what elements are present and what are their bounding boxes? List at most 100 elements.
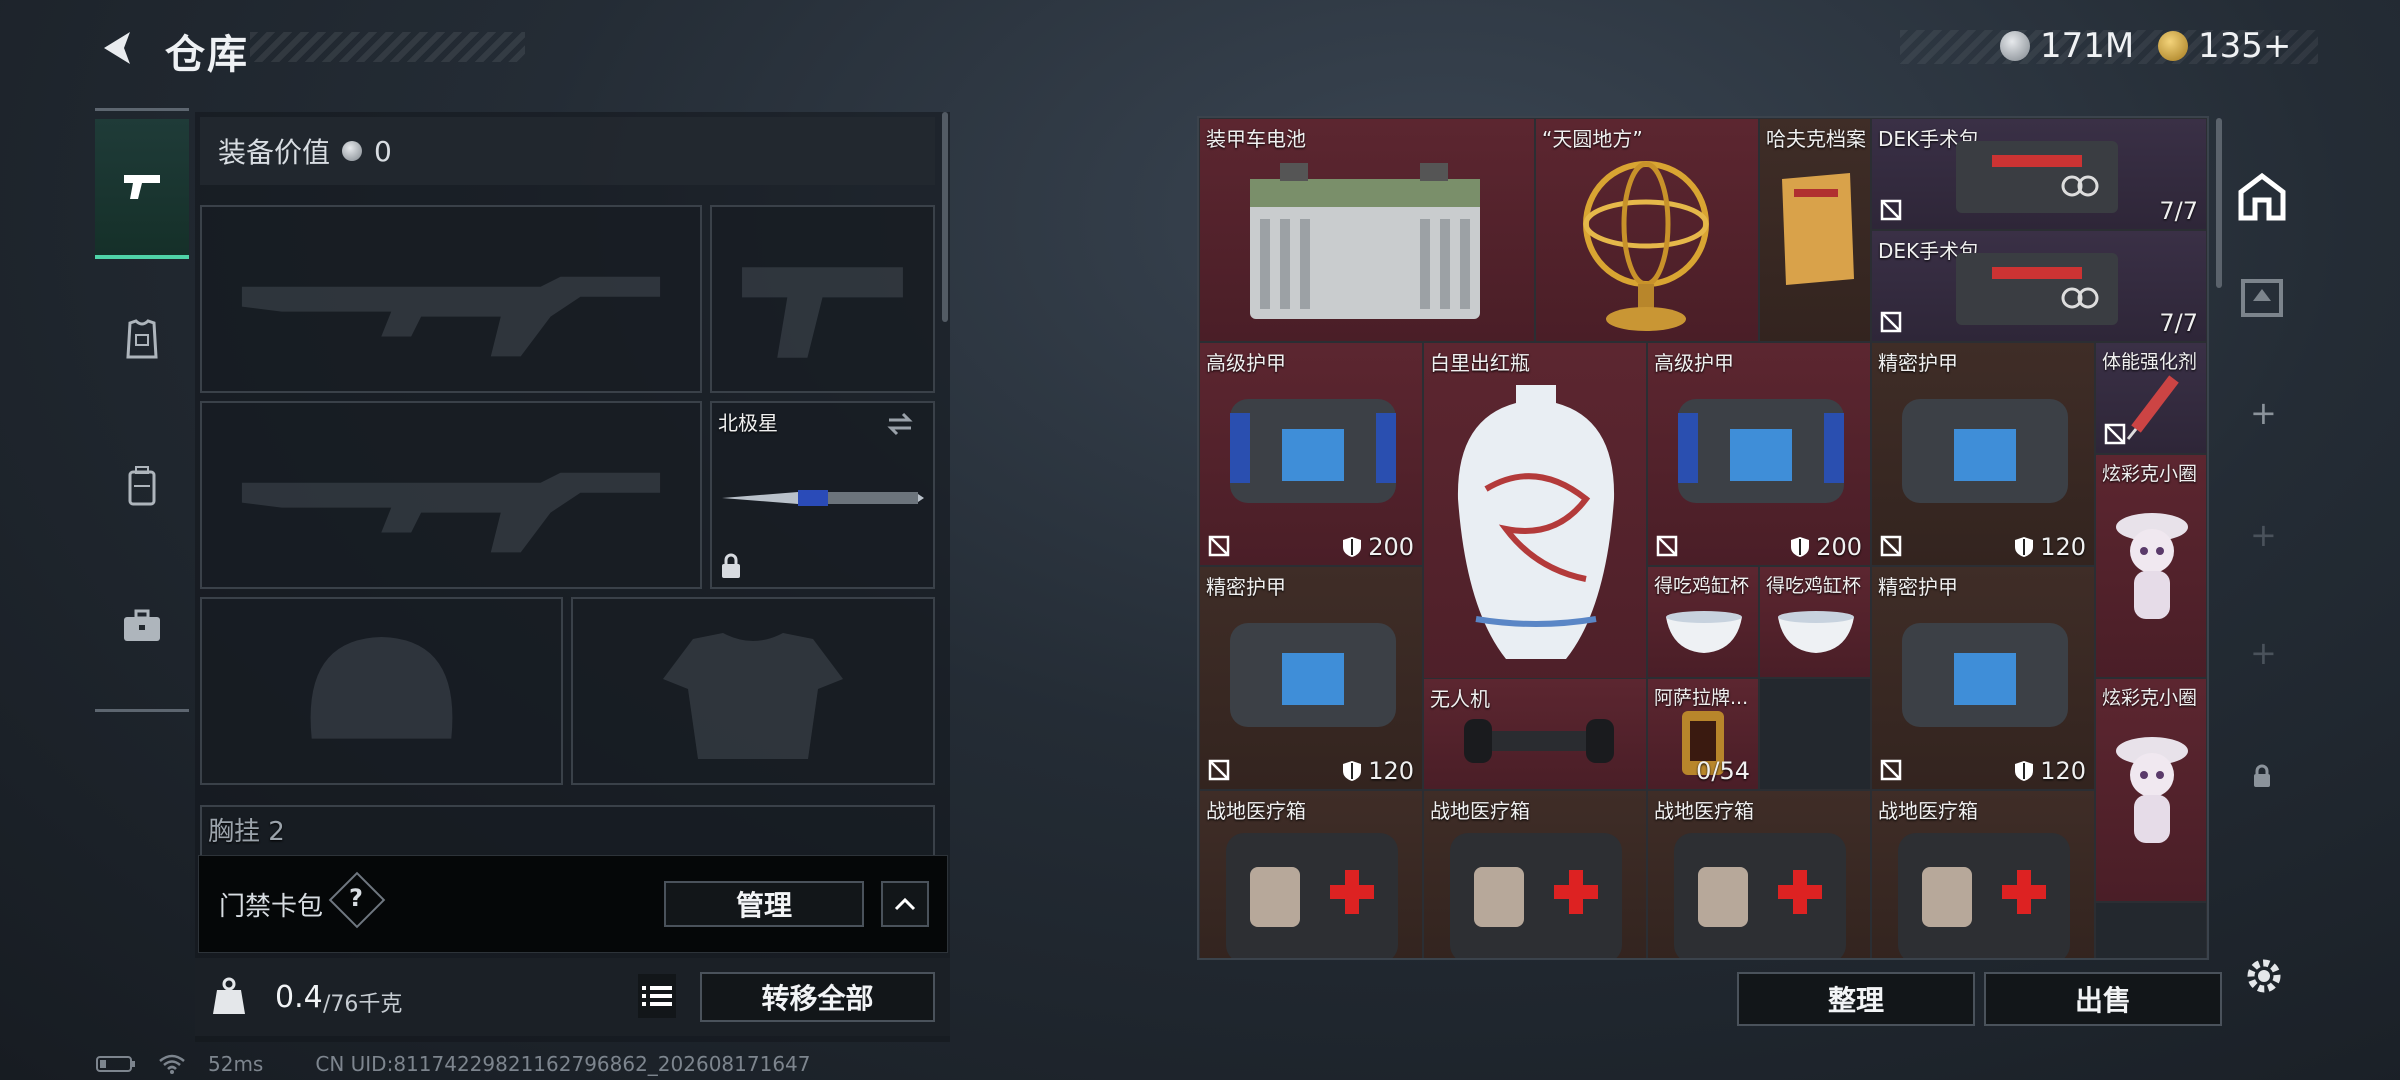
- item-name: 白里出红瓶: [1430, 351, 1530, 375]
- gold-amount: 135+: [2198, 26, 2292, 66]
- item-name: 阿萨拉牌...: [1654, 687, 1749, 709]
- tab-weapons[interactable]: [95, 119, 189, 259]
- helmet-slot[interactable]: [200, 597, 563, 785]
- item-count: 7/7: [2159, 197, 2198, 225]
- item-precision-armor-3[interactable]: 精密护甲 120: [1871, 566, 2095, 790]
- durability: 120: [2014, 757, 2086, 785]
- item-field-medkit-4[interactable]: 战地医疗箱: [1871, 790, 2095, 958]
- storage-page-main[interactable]: [2220, 142, 2304, 252]
- item-dek-surgery-kit-1[interactable]: DEK手术包 7/7: [1871, 118, 2207, 230]
- shield-icon: [2015, 537, 2034, 557]
- crate-icon: [2241, 279, 2283, 317]
- item-field-medkit-3[interactable]: 战地医疗箱: [1647, 790, 1871, 958]
- back-button[interactable]: [96, 26, 140, 70]
- item-name: 精密护甲: [1878, 351, 1958, 375]
- swap-icon[interactable]: [885, 411, 915, 437]
- knife-icon: [722, 490, 924, 506]
- currency-silver[interactable]: 171M: [2000, 26, 2134, 66]
- empty-cell[interactable]: [2095, 902, 2207, 958]
- no-sell-icon: [1880, 311, 1902, 333]
- no-sell-icon: [1880, 535, 1902, 557]
- item-field-medkit-2[interactable]: 战地医疗箱: [1423, 790, 1647, 958]
- item-name: 战地医疗箱: [1654, 799, 1754, 823]
- silver-coin-icon: [342, 141, 363, 161]
- tab-backpack[interactable]: [95, 416, 189, 556]
- tab-case[interactable]: [95, 556, 189, 696]
- item-advanced-armor-1[interactable]: 高级护甲 200: [1199, 342, 1423, 566]
- item-name: 战地医疗箱: [1878, 799, 1978, 823]
- chest-rig-label: 胸挂 2: [208, 817, 285, 847]
- item-name: 精密护甲: [1878, 575, 1958, 599]
- tab-armor[interactable]: [95, 269, 189, 409]
- manage-button[interactable]: 管理: [664, 881, 864, 927]
- item-count: 7/7: [2159, 309, 2198, 337]
- sort-button[interactable]: 整理: [1737, 972, 1975, 1026]
- add-page-icon[interactable]: +: [2250, 394, 2277, 432]
- gold-triangle-coin-icon: [2158, 31, 2188, 61]
- item-name: 得吃鸡缸杯: [1654, 575, 1750, 597]
- item-armillary-sphere[interactable]: “天圆地方”: [1535, 118, 1759, 342]
- pistol-slot[interactable]: [710, 205, 935, 393]
- item-name: 炫彩克小圈: [2102, 463, 2198, 485]
- backpack-icon: [128, 466, 156, 506]
- add-page-icon[interactable]: +: [2250, 516, 2277, 554]
- storage-rail: + + +: [2220, 116, 2304, 993]
- item-name: 装甲车电池: [1206, 127, 1306, 151]
- item-precision-armor-1[interactable]: 精密护甲 120: [1871, 342, 2095, 566]
- item-name: 高级护甲: [1654, 351, 1734, 375]
- secondary-weapon-slot[interactable]: [200, 401, 702, 589]
- help-icon: ?: [349, 884, 363, 912]
- chest-rig-slot[interactable]: 胸挂 2: [200, 805, 935, 855]
- no-sell-icon: [1208, 759, 1230, 781]
- list-icon: [642, 986, 672, 1006]
- item-name: 炫彩克小圈: [2102, 687, 2198, 709]
- item-field-medkit-1[interactable]: 战地医疗箱: [1199, 790, 1423, 958]
- currency-gold[interactable]: 135+: [2158, 26, 2291, 66]
- expand-button[interactable]: [881, 881, 929, 927]
- item-name: 高级护甲: [1206, 351, 1286, 375]
- inventory-grid: 装甲车电池 “天圆地方” 哈夫克档案 DEK手术包 7/7 DEK手术包 7/7…: [1197, 116, 2209, 960]
- empty-cell[interactable]: [1759, 678, 1871, 790]
- lock-icon: [2254, 764, 2270, 787]
- item-asala-card[interactable]: 阿萨拉牌... 0/54: [1647, 678, 1759, 790]
- briefcase-icon: [124, 609, 160, 641]
- item-doll-2[interactable]: 炫彩克小圈: [2095, 678, 2207, 902]
- primary-weapon-slot[interactable]: [200, 205, 702, 393]
- equipment-value-header: 装备价值 0: [200, 117, 935, 185]
- no-sell-icon: [2104, 423, 2126, 445]
- armillary-sphere-icon: [1583, 161, 1709, 331]
- item-dek-surgery-kit-2[interactable]: DEK手术包 7/7: [1871, 230, 2207, 342]
- item-armored-battery[interactable]: 装甲车电池: [1199, 118, 1535, 342]
- item-cup-1[interactable]: 得吃鸡缸杯: [1647, 566, 1759, 678]
- figurine-icon: [2116, 737, 2188, 843]
- item-cup-2[interactable]: 得吃鸡缸杯: [1759, 566, 1871, 678]
- item-doll-1[interactable]: 炫彩克小圈: [2095, 454, 2207, 678]
- item-stim-injector[interactable]: 体能强化剂: [2095, 342, 2207, 454]
- item-hafuke-archive[interactable]: 哈夫克档案: [1759, 118, 1871, 342]
- syringe-icon: [2126, 375, 2179, 440]
- figurine-icon: [2116, 513, 2188, 619]
- item-drone[interactable]: 无人机: [1423, 678, 1647, 790]
- melee-slot[interactable]: 北极星: [710, 401, 935, 589]
- pistol-silhouette-icon: [742, 267, 903, 358]
- sell-button[interactable]: 出售: [1984, 972, 2222, 1026]
- weight-max: /76千克: [323, 992, 403, 1017]
- body-armor-slot[interactable]: [571, 597, 935, 785]
- durability: 200: [1342, 533, 1414, 561]
- wifi-icon: [159, 1054, 185, 1074]
- list-view-button[interactable]: [638, 974, 676, 1018]
- item-advanced-armor-2[interactable]: 高级护甲 200: [1647, 342, 1871, 566]
- storage-page-secondary[interactable]: [2220, 246, 2304, 346]
- loadout-scrollbar[interactable]: [942, 112, 948, 322]
- silver-coin-icon: [2000, 31, 2030, 61]
- transfer-all-button[interactable]: 转移全部: [700, 972, 935, 1022]
- folder-icon: [1782, 173, 1854, 285]
- item-precision-armor-2[interactable]: 精密护甲 120: [1199, 566, 1423, 790]
- medkit-icon: [1450, 833, 1622, 958]
- armor-bag-icon: [1230, 399, 1396, 503]
- item-name: 体能强化剂: [2102, 351, 2198, 373]
- surgery-kit-icon: [1956, 253, 2118, 325]
- settings-gear-icon[interactable]: [2242, 954, 2286, 998]
- armor-bag-icon: [1230, 623, 1396, 727]
- add-page-icon[interactable]: +: [2250, 634, 2277, 672]
